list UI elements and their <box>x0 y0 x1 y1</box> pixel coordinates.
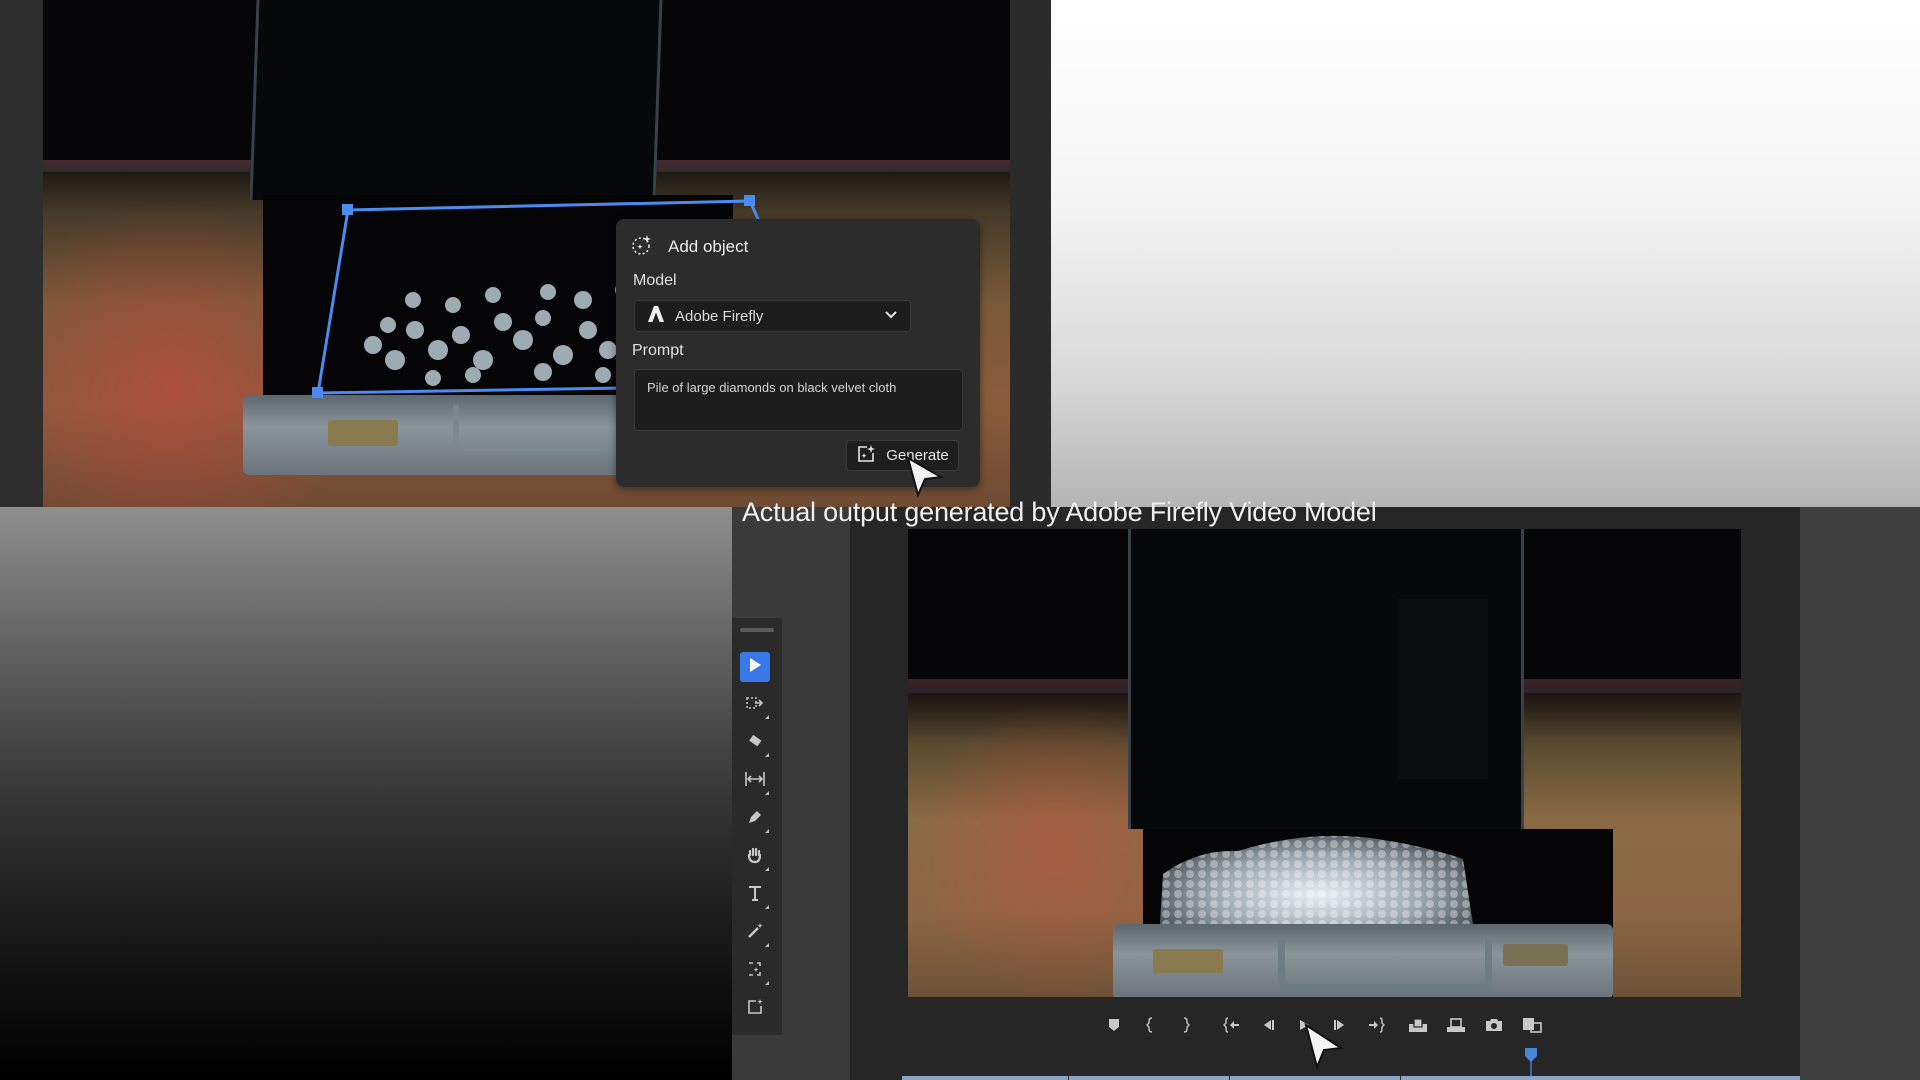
model-label: Model <box>633 272 677 289</box>
generative-fill-icon <box>746 998 764 1021</box>
razor-icon <box>746 732 764 755</box>
tools-toolbar <box>732 618 782 1035</box>
camera-icon <box>1485 1018 1503 1035</box>
go-to-in-icon <box>1223 1016 1241 1036</box>
blank-gradient-area-bottom <box>0 507 732 1080</box>
prompt-label: Prompt <box>632 342 684 359</box>
mark-out-button[interactable] <box>1172 1012 1200 1040</box>
comparison-view-button[interactable] <box>1518 1012 1546 1040</box>
pen-icon <box>746 808 764 831</box>
right-side-panel <box>1800 507 1920 1080</box>
clip-boundary <box>1068 1076 1069 1080</box>
step-forward-icon <box>1333 1018 1347 1035</box>
generative-fill-tool-button[interactable] <box>740 994 770 1024</box>
add-marker-button[interactable] <box>1100 1012 1128 1040</box>
comparison-view-icon <box>1522 1017 1542 1036</box>
overwrite-button[interactable] <box>1442 1012 1470 1040</box>
generate-button[interactable]: Generate <box>846 440 959 471</box>
clip-boundary <box>1229 1076 1230 1080</box>
track-select-icon <box>745 694 765 717</box>
panel-gutter <box>1010 0 1051 507</box>
model-dropdown-value: Adobe Firefly <box>675 307 764 325</box>
briefcase-handle <box>1278 939 1492 991</box>
adobe-firefly-logo-icon <box>647 305 665 328</box>
generated-video-frame <box>908 529 1741 997</box>
mark-out-icon <box>1181 1016 1191 1036</box>
left-edge-panel <box>0 0 43 507</box>
output-caption-heading: Actual output generated by Adobe Firefly… <box>742 497 1377 527</box>
model-dropdown[interactable]: Adobe Firefly <box>634 300 911 332</box>
prompt-input[interactable] <box>634 369 963 431</box>
transport-controls <box>1100 1012 1546 1040</box>
export-frame-button[interactable] <box>1480 1012 1508 1040</box>
magic-wand-tool-button[interactable] <box>740 918 770 948</box>
step-forward-button[interactable] <box>1326 1012 1354 1040</box>
go-to-out-button[interactable] <box>1362 1012 1390 1040</box>
selection-tool-button[interactable] <box>740 652 770 682</box>
pen-tool-button[interactable] <box>740 804 770 834</box>
panel-title: Add object <box>668 237 749 256</box>
blank-gradient-area <box>1051 0 1920 507</box>
track-select-forward-tool-button[interactable] <box>740 690 770 720</box>
chevron-down-icon <box>884 307 898 325</box>
generative-extend-icon <box>746 960 764 983</box>
insert-button[interactable] <box>1404 1012 1432 1040</box>
briefcase-lock-left <box>1153 949 1223 973</box>
briefcase-lock-right <box>1503 944 1568 966</box>
add-object-panel: Add object Model Adobe Firefly Prompt Ge… <box>616 219 980 487</box>
hand-tool-button[interactable] <box>740 842 770 872</box>
panel-header: Add object <box>630 233 748 261</box>
slip-icon <box>744 770 766 793</box>
go-to-in-button[interactable] <box>1218 1012 1246 1040</box>
type-tool-button[interactable] <box>740 880 770 910</box>
step-back-button[interactable] <box>1254 1012 1282 1040</box>
generative-extend-tool-button[interactable] <box>740 956 770 986</box>
hand-icon <box>746 846 764 869</box>
clip-boundary <box>1400 1076 1401 1080</box>
play-icon <box>1297 1018 1311 1035</box>
magic-wand-icon <box>746 922 764 945</box>
mark-in-icon <box>1145 1016 1155 1036</box>
step-back-icon <box>1261 1018 1275 1035</box>
generative-sparkle-icon <box>856 444 876 468</box>
mark-in-button[interactable] <box>1136 1012 1164 1040</box>
toolbar-grip[interactable] <box>740 628 774 632</box>
razor-tool-button[interactable] <box>740 728 770 758</box>
marker-icon <box>1108 1018 1120 1035</box>
generate-button-label: Generate <box>886 447 949 464</box>
insert-icon <box>1408 1017 1428 1036</box>
slip-tool-button[interactable] <box>740 766 770 796</box>
type-icon <box>746 884 764 907</box>
timeline-track[interactable] <box>902 1076 1800 1080</box>
arrow-pointer-icon <box>746 656 764 679</box>
go-to-out-icon <box>1367 1016 1385 1036</box>
play-button[interactable] <box>1290 1012 1318 1040</box>
overwrite-icon <box>1446 1017 1466 1036</box>
sparkle-dashed-circle-icon <box>630 233 654 262</box>
